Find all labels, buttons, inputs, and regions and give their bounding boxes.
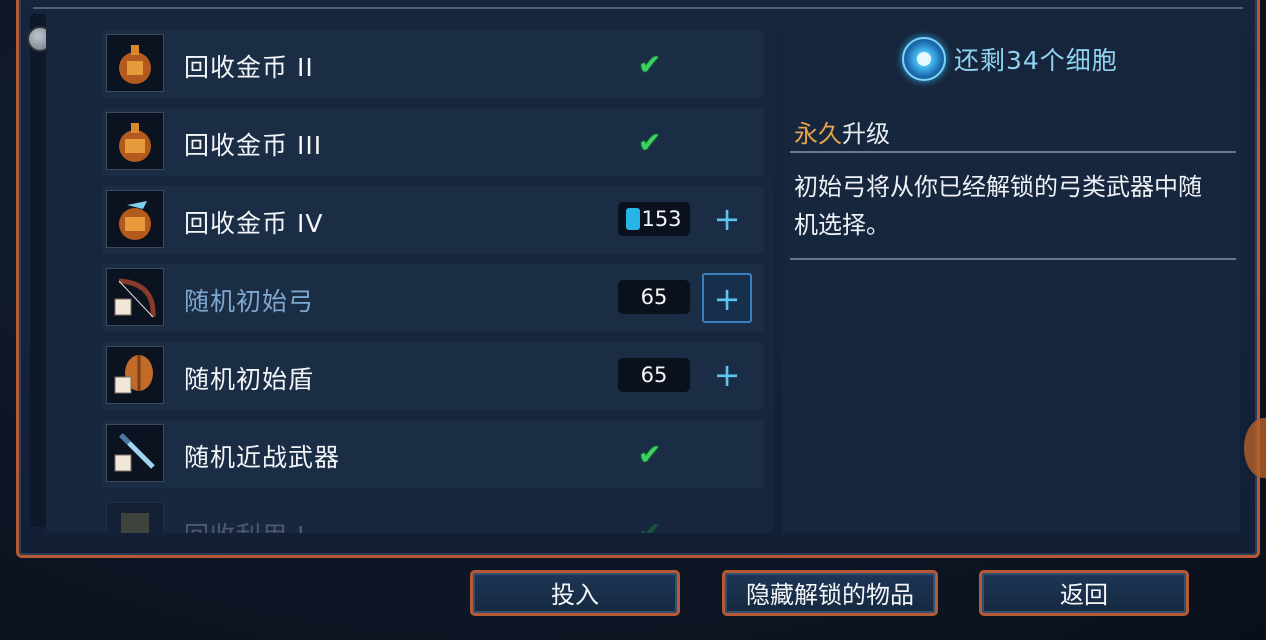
- buy-plus-button[interactable]: +: [702, 195, 752, 245]
- cost-value: 65: [640, 285, 668, 309]
- check-icon: ✔: [638, 48, 662, 81]
- check-icon: ✔: [638, 438, 662, 471]
- cells-remaining-text: 还剩34个细胞: [954, 46, 1118, 75]
- cost-badge: 65: [618, 358, 690, 392]
- buy-plus-button[interactable]: +: [702, 273, 752, 323]
- list-item[interactable]: 随机近战武器 ✔: [102, 420, 764, 488]
- recycle-icon: [106, 502, 164, 533]
- list-item[interactable]: 回收金币 II ✔: [102, 30, 764, 98]
- panel-top-divider: [33, 7, 1243, 9]
- invest-button[interactable]: 投入: [470, 570, 680, 616]
- list-item[interactable]: 回收利用 I ✔: [102, 498, 764, 533]
- divider: [790, 258, 1236, 260]
- back-button[interactable]: 返回: [979, 570, 1189, 616]
- item-label: 随机近战武器: [184, 443, 341, 472]
- buy-plus-button[interactable]: +: [702, 351, 752, 401]
- check-icon: ✔: [638, 516, 662, 533]
- cost-value: 153: [641, 207, 682, 231]
- item-description: 初始弓将从你已经解锁的弓类武器中随机选择。: [794, 173, 1202, 239]
- list-item[interactable]: 随机初始弓 65 +: [102, 264, 764, 332]
- gold-bag-iv-icon: [106, 190, 164, 248]
- list-item[interactable]: 回收金币 IV 153 +: [102, 186, 764, 254]
- cells-counter: 还剩34个细胞: [902, 34, 1118, 84]
- category-highlight: 永久: [794, 120, 842, 148]
- category-title: 永久升级: [794, 114, 890, 149]
- item-label: 回收金币 II: [184, 53, 314, 82]
- cell-icon: [626, 208, 641, 230]
- list-item[interactable]: 回收金币 III ✔: [102, 108, 764, 176]
- item-label: 随机初始弓: [184, 287, 315, 316]
- item-label: 随机初始盾: [184, 365, 315, 394]
- gold-bag-ii-icon: [106, 34, 164, 92]
- list-item[interactable]: 随机初始盾 65 +: [102, 342, 764, 410]
- cost-value: 65: [640, 363, 668, 387]
- item-label: 回收利用 I: [184, 516, 305, 533]
- item-label: 回收金币 III: [184, 131, 323, 160]
- divider: [790, 151, 1236, 153]
- cell-icon: [902, 37, 946, 81]
- category-rest: 升级: [842, 120, 890, 148]
- hide-unlocked-button[interactable]: 隐藏解锁的物品: [722, 570, 938, 616]
- check-icon: ✔: [638, 126, 662, 159]
- random-shield-icon: [106, 346, 164, 404]
- gold-bag-iii-icon: [106, 112, 164, 170]
- random-melee-icon: [106, 424, 164, 482]
- random-bow-icon: [106, 268, 164, 326]
- item-label: 回收金币 IV: [184, 209, 324, 238]
- cost-badge: 65: [618, 280, 690, 314]
- cost-badge: 153: [618, 202, 690, 236]
